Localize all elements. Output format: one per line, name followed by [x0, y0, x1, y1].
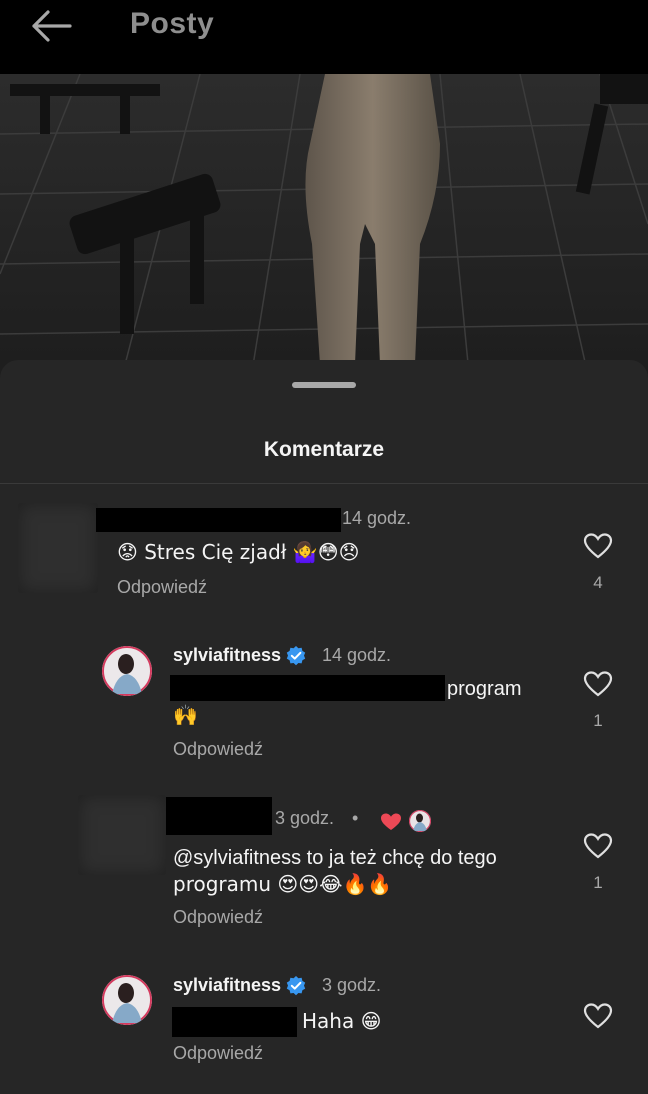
- comment-time: 3 godz.: [322, 975, 382, 995]
- page-title: Posty: [130, 7, 215, 40]
- top-bar: Posty: [0, 0, 648, 74]
- avatar[interactable]: [78, 795, 166, 875]
- like-count: 4: [593, 573, 603, 592]
- creator-avatar: [409, 810, 431, 832]
- comment-text: 😟 Stres Cię zjadł 🤷‍♀️😳😞: [117, 540, 360, 564]
- reply-button[interactable]: Odpowiedź: [173, 739, 263, 760]
- avatar[interactable]: [102, 975, 152, 1025]
- like-count: 1: [593, 873, 603, 892]
- comment-3: 3 godz. • @sylviafitness to ja też chcę …: [0, 792, 648, 932]
- comment-time: 3 godz.: [275, 808, 335, 828]
- reply-button[interactable]: Odpowiedź: [173, 1043, 263, 1064]
- like-count: 1: [593, 711, 603, 730]
- comment-text-line1: program: [447, 678, 522, 700]
- heart-icon[interactable]: [583, 532, 613, 560]
- username[interactable]: sylviafitness: [173, 975, 281, 996]
- back-arrow-icon[interactable]: [26, 6, 76, 46]
- comment-text-line1: @sylviafitness to ja też chcę do tego: [173, 847, 497, 869]
- reply-button[interactable]: Odpowiedź: [117, 577, 207, 598]
- verified-badge-icon: [286, 646, 306, 666]
- comment-4: sylviafitness 3 godz. Haha 😁 Odpowiedź: [0, 972, 648, 1072]
- comment-text-line2: 🙌: [173, 703, 198, 727]
- comments-sheet: Komentarze 14 godz. 😟 Stres Cię zjadł 🤷‍…: [0, 360, 648, 1094]
- comment-time: 14 godz.: [342, 508, 412, 528]
- comment-text: Haha 😁: [302, 1009, 382, 1033]
- redacted-username: [96, 508, 341, 532]
- redacted-text: [170, 675, 445, 701]
- separator-dot: •: [352, 808, 359, 828]
- verified-badge-icon: [286, 976, 306, 996]
- heart-icon[interactable]: [583, 670, 613, 698]
- heart-icon[interactable]: [583, 832, 613, 860]
- comment-text-line2: programu 😍😍😂🔥🔥: [173, 872, 393, 896]
- divider: [0, 483, 648, 484]
- avatar[interactable]: [18, 503, 98, 593]
- creator-liked-heart-icon: [381, 813, 401, 830]
- avatar[interactable]: [102, 646, 152, 696]
- comment-1: 14 godz. 😟 Stres Cię zjadł 🤷‍♀️😳😞 Odpowi…: [0, 500, 648, 610]
- reply-button[interactable]: Odpowiedź: [173, 907, 263, 928]
- username[interactable]: sylviafitness: [173, 645, 281, 666]
- drag-handle[interactable]: [292, 382, 356, 388]
- comment-time: 14 godz.: [322, 645, 392, 665]
- heart-icon[interactable]: [583, 1002, 613, 1030]
- post-image: [0, 74, 648, 384]
- sheet-title: Komentarze: [263, 438, 385, 461]
- redacted-username: [166, 797, 272, 835]
- comment-2: sylviafitness 14 godz. program 🙌 Odpowie…: [0, 642, 648, 772]
- redacted-text: [172, 1007, 297, 1037]
